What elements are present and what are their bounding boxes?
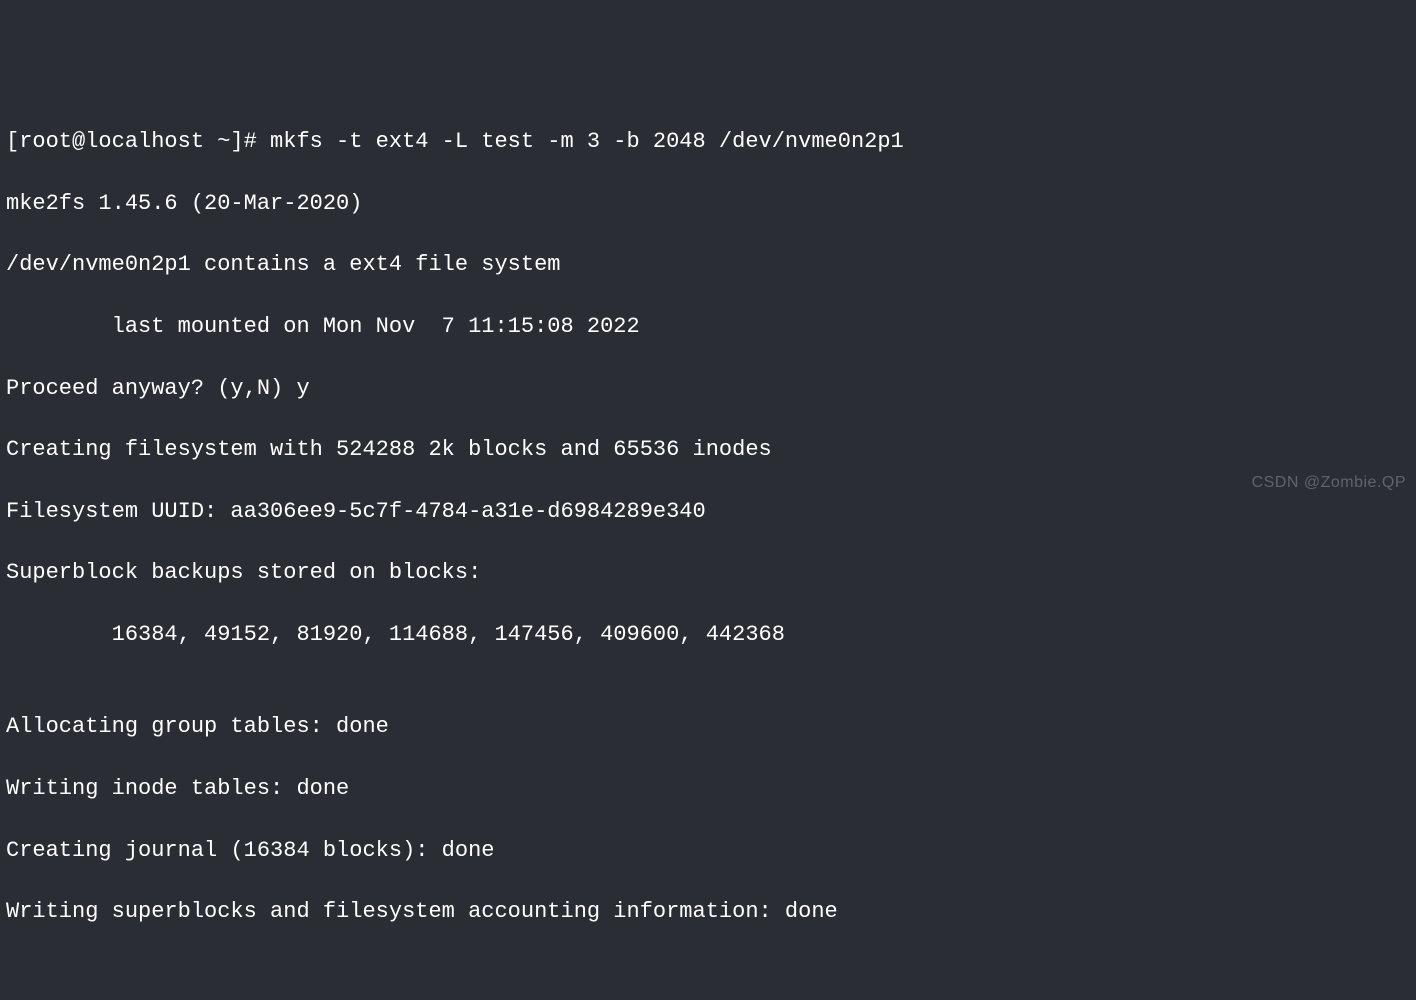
terminal-output-line: Creating filesystem with 524288 2k block… — [6, 435, 1410, 466]
terminal-output-line: Superblock backups stored on blocks: — [6, 558, 1410, 589]
terminal-command-line: [root@localhost ~]# mkfs -t ext4 -L test… — [6, 127, 1410, 158]
terminal-output-line: mke2fs 1.45.6 (20-Mar-2020) — [6, 189, 1410, 220]
terminal-output-line: /dev/nvme0n2p1 contains a ext4 file syst… — [6, 250, 1410, 281]
terminal-output-line: last mounted on Mon Nov 7 11:15:08 2022 — [6, 312, 1410, 343]
watermark-text: CSDN @Zombie.QP — [1252, 472, 1406, 494]
terminal-output-line: Creating journal (16384 blocks): done — [6, 836, 1410, 867]
terminal-output-line: Writing inode tables: done — [6, 774, 1410, 805]
terminal-prompt-line: Proceed anyway? (y,N) y — [6, 374, 1410, 405]
terminal-output-line: 16384, 49152, 81920, 114688, 147456, 409… — [6, 620, 1410, 651]
terminal-output-line: Filesystem UUID: aa306ee9-5c7f-4784-a31e… — [6, 497, 1410, 528]
terminal-output-line: Writing superblocks and filesystem accou… — [6, 897, 1410, 928]
terminal-output-line: Allocating group tables: done — [6, 712, 1410, 743]
